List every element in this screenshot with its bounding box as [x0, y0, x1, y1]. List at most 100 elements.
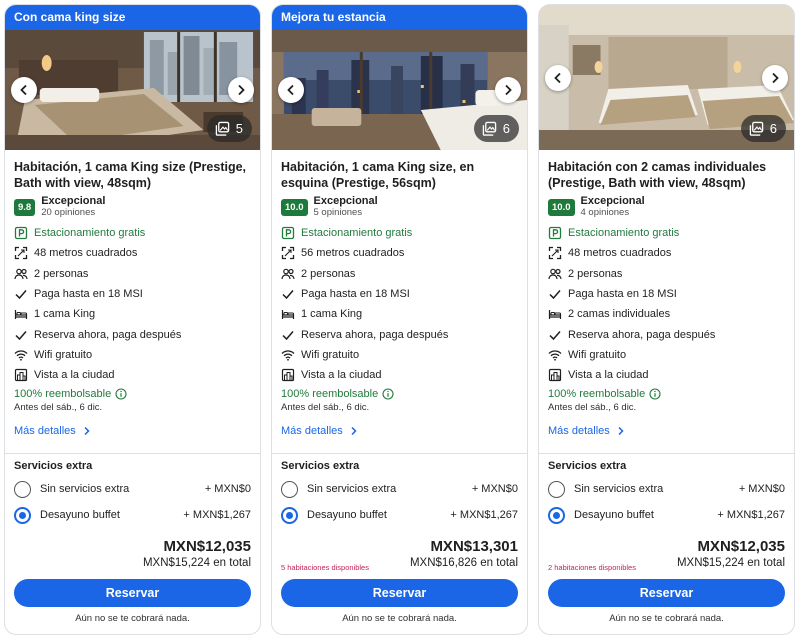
- previous-photo-button[interactable]: [278, 77, 304, 103]
- refund-label: 100% reembolsable: [14, 388, 112, 401]
- city-view-icon: [281, 369, 295, 382]
- radio-button[interactable]: [14, 480, 31, 498]
- room-photo[interactable]: 6: [272, 30, 527, 150]
- option-price: + MXN$0: [471, 483, 518, 495]
- parking-icon: [14, 226, 28, 240]
- amenity-pay-later: Reserva ahora, paga después: [281, 324, 518, 344]
- extras-title: Servicios extra: [548, 460, 627, 472]
- checkmark-icon: [282, 290, 294, 300]
- option-breakfast-buffet[interactable]: Desayuno buffet + MXN$1,267: [548, 502, 785, 528]
- total-price: MXN$15,224 en total: [142, 557, 251, 569]
- people-icon: [548, 268, 562, 279]
- rating: 10.0 Excepcional 4 opiniones: [548, 195, 785, 219]
- radio-button-selected[interactable]: [548, 506, 565, 524]
- amenity-label: Estacionamiento gratis: [301, 227, 413, 240]
- square-meters-icon: [14, 247, 28, 260]
- radio-button[interactable]: [548, 480, 565, 498]
- option-label: Desayuno buffet: [307, 509, 387, 521]
- option-no-extras[interactable]: Sin servicios extra + MXN$0: [14, 476, 251, 502]
- next-photo-button[interactable]: [228, 77, 254, 103]
- option-no-extras[interactable]: Sin servicios extra + MXN$0: [548, 476, 785, 502]
- city-view-icon: [548, 369, 562, 382]
- score-badge: 9.8: [14, 198, 36, 216]
- amenity-label: 2 personas: [34, 267, 89, 280]
- checkmark-icon: [15, 330, 27, 340]
- option-price: + MXN$1,267: [183, 509, 251, 521]
- amenity-label: Wifi gratuito: [301, 348, 360, 361]
- info-icon[interactable]: [649, 388, 661, 400]
- refund-label: 100% reembolsable: [281, 388, 379, 401]
- price-summary: 2 habitaciones disponibles MXN$12,035 MX…: [548, 538, 785, 574]
- checkmark-icon: [549, 290, 561, 300]
- no-charge-note: Aún no se te cobrará nada.: [342, 613, 457, 624]
- option-no-extras[interactable]: Sin servicios extra + MXN$0: [281, 476, 518, 502]
- square-meters-icon: [548, 247, 562, 260]
- amenity-label: Reserva ahora, paga después: [34, 328, 182, 341]
- more-details-link[interactable]: Más detalles: [548, 424, 785, 438]
- more-details-link[interactable]: Más detalles: [14, 424, 251, 438]
- score-badge: 10.0: [281, 198, 308, 216]
- amenity-size: 48 metros cuadrados: [548, 243, 785, 263]
- refund-label: 100% reembolsable: [548, 388, 646, 401]
- refund-deadline: Antes del sáb., 6 dic.: [281, 402, 370, 414]
- amenity-installments: Paga hasta en 18 MSI: [548, 284, 785, 304]
- radio-button-selected[interactable]: [14, 506, 31, 524]
- extras-title: Servicios extra: [281, 460, 360, 472]
- option-label: Sin servicios extra: [40, 483, 130, 495]
- next-photo-button[interactable]: [495, 77, 521, 103]
- photo-count: 5: [235, 121, 243, 136]
- reserve-button[interactable]: Reservar: [281, 579, 518, 607]
- amenity-pay-later: Reserva ahora, paga después: [548, 324, 785, 344]
- room-title: Habitación con 2 camas individuales (Pre…: [548, 160, 767, 190]
- previous-photo-button[interactable]: [11, 77, 37, 103]
- more-details-link[interactable]: Más detalles: [281, 424, 518, 438]
- next-photo-button[interactable]: [762, 64, 788, 91]
- amenity-size: 48 metros cuadrados: [14, 243, 251, 263]
- more-details-label: Más detalles: [14, 425, 76, 438]
- photo-gallery-button[interactable]: 6: [473, 115, 519, 142]
- photo-count: 6: [769, 121, 777, 136]
- amenity-label: 48 metros cuadrados: [568, 247, 672, 260]
- photo-gallery-button[interactable]: 5: [206, 115, 252, 142]
- photo-gallery-button[interactable]: 6: [740, 115, 786, 142]
- reserve-button[interactable]: Reservar: [14, 579, 251, 607]
- option-breakfast-buffet[interactable]: Desayuno buffet + MXN$1,267: [14, 502, 251, 528]
- amenity-installments: Paga hasta en 18 MSI: [281, 284, 518, 304]
- amenity-parking: Estacionamiento gratis: [14, 223, 251, 243]
- amenities-list: Estacionamiento gratis 48 metros cuadrad…: [14, 223, 251, 385]
- review-count: 4 opiniones: [580, 207, 630, 218]
- amenity-pay-later: Reserva ahora, paga después: [14, 324, 251, 344]
- no-charge-note: Aún no se te cobrará nada.: [609, 613, 724, 624]
- option-label: Desayuno buffet: [574, 509, 654, 521]
- extras-title: Servicios extra: [14, 460, 93, 472]
- nightly-price: MXN$12,035: [697, 538, 785, 555]
- info-icon[interactable]: [382, 388, 394, 400]
- radio-button[interactable]: [281, 480, 298, 498]
- nightly-price: MXN$12,035: [163, 538, 251, 555]
- parking-icon: [281, 226, 295, 240]
- amenity-label: 2 personas: [301, 267, 356, 280]
- room-card-king-bath-view: Con cama king size 5 Habitación, 1 cama …: [4, 4, 261, 635]
- price-summary: 5 habitaciones disponibles MXN$13,301 MX…: [281, 538, 518, 574]
- wifi-icon: [281, 350, 295, 361]
- option-price: + MXN$0: [204, 483, 251, 495]
- chevron-right-icon: [618, 427, 624, 436]
- amenity-label: Estacionamiento gratis: [34, 227, 146, 240]
- radio-button-selected[interactable]: [281, 506, 298, 524]
- amenity-bed: 1 cama King: [14, 304, 251, 324]
- info-icon[interactable]: [115, 388, 127, 400]
- rating-label: Excepcional: [580, 195, 645, 207]
- amenity-installments: Paga hasta en 18 MSI: [14, 284, 251, 304]
- option-breakfast-buffet[interactable]: Desayuno buffet + MXN$1,267: [281, 502, 518, 528]
- rating: 10.0 Excepcional 5 opiniones: [281, 195, 518, 219]
- rating-label: Excepcional: [313, 195, 378, 207]
- room-photo[interactable]: 5: [5, 30, 260, 150]
- refund-deadline: Antes del sáb., 6 dic.: [548, 402, 637, 414]
- room-photo[interactable]: 6: [539, 5, 794, 150]
- room-title: Habitación, 1 cama King size, en esquina…: [281, 160, 475, 190]
- amenity-label: Reserva ahora, paga después: [301, 328, 449, 341]
- reserve-button[interactable]: Reservar: [548, 579, 785, 607]
- checkmark-icon: [15, 290, 27, 300]
- previous-photo-button[interactable]: [545, 64, 571, 91]
- amenity-label: Wifi gratuito: [34, 348, 93, 361]
